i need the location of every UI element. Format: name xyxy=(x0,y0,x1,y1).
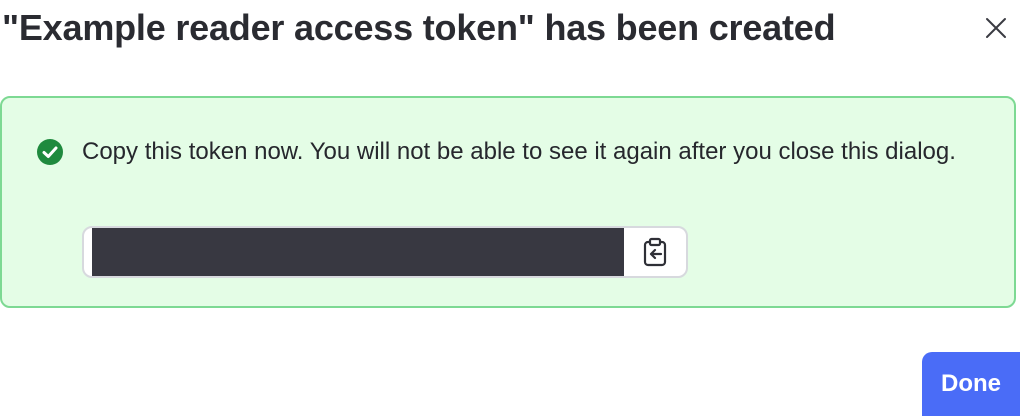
token-field[interactable] xyxy=(82,226,688,278)
check-circle-icon xyxy=(37,139,63,165)
token-value[interactable] xyxy=(92,228,624,276)
done-button[interactable]: Done xyxy=(922,352,1020,416)
close-icon xyxy=(986,18,1006,38)
copy-token-button[interactable] xyxy=(624,228,686,276)
callout-message: Copy this token now. You will not be abl… xyxy=(82,138,956,165)
clipboard-copy-icon xyxy=(643,237,667,267)
close-button[interactable] xyxy=(976,8,1016,48)
dialog-title: "Example reader access token" has been c… xyxy=(2,7,836,48)
